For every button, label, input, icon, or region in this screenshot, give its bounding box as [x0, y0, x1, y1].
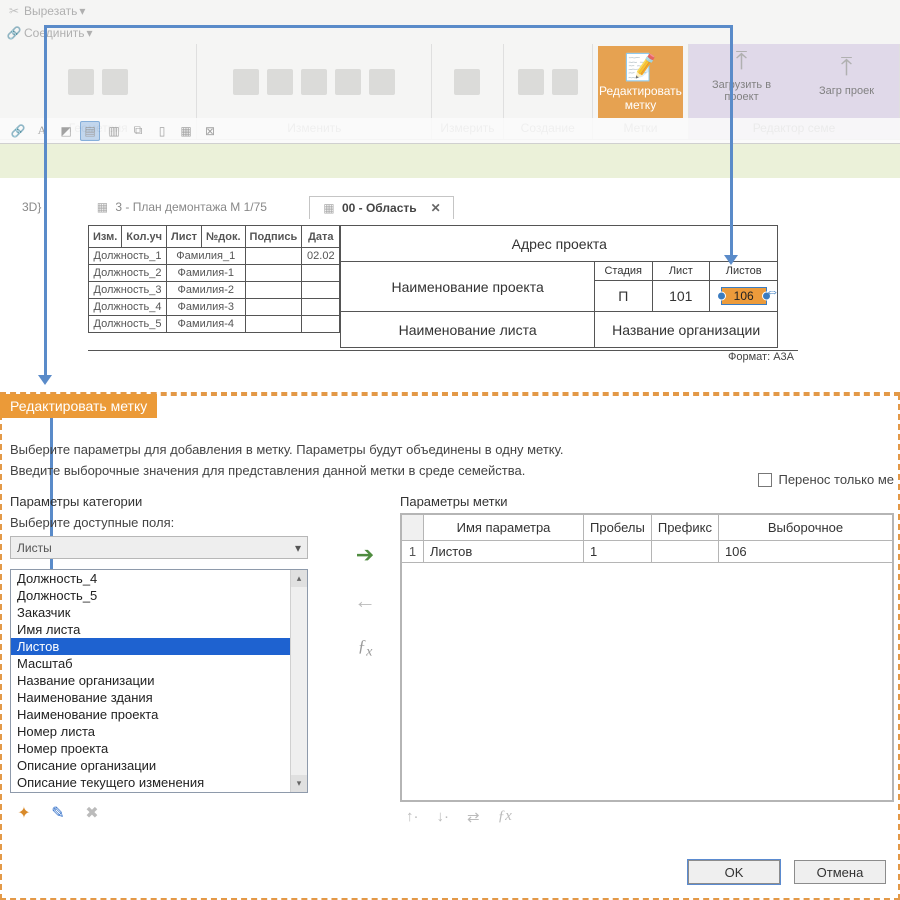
- fx-small-icon[interactable]: ƒx: [498, 808, 512, 826]
- tab-plan[interactable]: ▦3 - План демонтажа М 1/75: [83, 196, 279, 218]
- remove-param-button[interactable]: ←: [354, 590, 376, 612]
- list-item[interactable]: Наименование здания: [11, 689, 307, 706]
- move-down-icon[interactable]: ↓·: [437, 808, 450, 826]
- formula-button[interactable]: ƒx: [358, 636, 373, 660]
- panel-icon[interactable]: ▥: [104, 121, 124, 141]
- title-block: Изм. Кол.уч Лист №док. Подпись Дата Долж…: [88, 225, 798, 363]
- split-icon[interactable]: ▯: [152, 121, 172, 141]
- drag-grip-icon[interactable]: ⇔: [765, 283, 779, 299]
- view-tabs: 3D} ▦3 - План демонтажа М 1/75 ▦ 00 - Об…: [0, 192, 900, 222]
- label-params-label: Параметры метки: [400, 494, 894, 509]
- link-icon[interactable]: 🔗: [8, 121, 28, 141]
- list-item[interactable]: Заказчик: [11, 604, 307, 621]
- checkbox-icon[interactable]: [758, 473, 772, 487]
- sheet-icon: ▦: [95, 200, 109, 214]
- wrap-checkbox[interactable]: Перенос только ме: [758, 472, 894, 487]
- edit-param-icon[interactable]: ✎: [48, 803, 68, 823]
- cut-icon: ✂: [6, 3, 22, 19]
- category-params-label: Параметры категории: [10, 494, 330, 509]
- move-up-icon[interactable]: ↑·: [406, 808, 419, 826]
- delete-param-icon[interactable]: ✖: [82, 803, 102, 823]
- text-a-icon[interactable]: A: [32, 121, 52, 141]
- list-item[interactable]: Имя листа: [11, 621, 307, 638]
- list-item[interactable]: Масштаб: [11, 655, 307, 672]
- new-param-icon[interactable]: ✦: [14, 803, 34, 823]
- sheets-total-field[interactable]: 106: [721, 287, 767, 305]
- copy-icon[interactable]: ⧉: [128, 121, 148, 141]
- scroll-down-icon[interactable]: ▾: [291, 775, 307, 792]
- load-into-project-button[interactable]: ⤒ Загрузить в проект: [699, 30, 784, 118]
- list-item[interactable]: Наименование проекта: [11, 706, 307, 723]
- grid-toolbar: ↑· ↓· ⇄ ƒx: [400, 802, 894, 826]
- ribbon: ✂Вырезать ▾ 🔗Соединить ▾ Геометрия Измен…: [0, 0, 900, 118]
- list-item[interactable]: Проверил: [11, 791, 307, 793]
- join-icon: 🔗: [6, 25, 22, 41]
- revision-table: Изм. Кол.уч Лист №док. Подпись Дата Долж…: [88, 225, 340, 333]
- list-item[interactable]: Листов: [11, 638, 307, 655]
- grid-icon[interactable]: ▦: [176, 121, 196, 141]
- list-item[interactable]: Номер листа: [11, 723, 307, 740]
- available-fields-list[interactable]: Должность_4Должность_5ЗаказчикИмя листаЛ…: [10, 569, 308, 793]
- list-item[interactable]: Должность_5: [11, 587, 307, 604]
- list-item[interactable]: Должность_4: [11, 570, 307, 587]
- cube-icon[interactable]: ◩: [56, 121, 76, 141]
- dialog-help1: Выберите параметры для добавления в метк…: [10, 442, 894, 457]
- dialog-title: Редактировать метку: [0, 394, 157, 418]
- cancel-button[interactable]: Отмена: [794, 860, 886, 884]
- close-tab-icon[interactable]: ✕: [431, 201, 441, 215]
- load-project2-icon: ⤒: [831, 51, 863, 83]
- edit-label-dialog: Редактировать метку Выберите параметры д…: [0, 392, 900, 900]
- join-label[interactable]: Соединить: [24, 26, 85, 40]
- cut-label[interactable]: Вырезать: [24, 4, 77, 18]
- label-params-grid[interactable]: Имя параметра Пробелы Префикс Выборочное…: [400, 513, 894, 802]
- list-item[interactable]: Номер проекта: [11, 740, 307, 757]
- list-item[interactable]: Описание организации: [11, 757, 307, 774]
- stamp-right: Адрес проекта Наименование проекта Стади…: [340, 225, 778, 348]
- list-item[interactable]: Описание текущего изменения: [11, 774, 307, 791]
- edit-label-icon: 📝: [624, 51, 656, 83]
- category-select[interactable]: Листы ▾: [10, 536, 308, 559]
- scrollbar[interactable]: ▴ ▾: [290, 570, 307, 792]
- load-into-project2-button[interactable]: ⤒ Загр проек: [804, 30, 889, 118]
- add-param-button[interactable]: ➔: [354, 544, 376, 566]
- grid-col-name: Имя параметра: [424, 515, 584, 541]
- scroll-up-icon[interactable]: ▴: [291, 570, 307, 587]
- split-param-icon[interactable]: ⇄: [467, 808, 480, 826]
- edit-label-button[interactable]: 📝 Редактировать метку: [598, 46, 683, 118]
- grid-col-spaces: Пробелы: [584, 515, 652, 541]
- grid-col-sample: Выборочное: [718, 515, 892, 541]
- format-label: Формат: А3А: [88, 350, 798, 363]
- quick-toolbar: 🔗 A ◩ ▤ ▥ ⧉ ▯ ▦ ⊠: [0, 118, 900, 144]
- grid-row[interactable]: 1 Листов 1 106: [402, 541, 893, 563]
- chevron-down-icon: ▾: [295, 541, 301, 555]
- options-bar: [0, 144, 900, 178]
- close-panel-icon[interactable]: ⊠: [200, 121, 220, 141]
- ok-button[interactable]: OK: [688, 860, 780, 884]
- grid-col-rowno: [402, 515, 424, 541]
- sheet2-icon: ▦: [322, 201, 336, 215]
- grid-col-prefix: Префикс: [651, 515, 718, 541]
- list-view-icon[interactable]: ▤: [80, 121, 100, 141]
- list-item[interactable]: Название организации: [11, 672, 307, 689]
- tab-region[interactable]: ▦ 00 - Область ✕: [309, 196, 454, 219]
- available-fields-label: Выберите доступные поля:: [10, 515, 330, 530]
